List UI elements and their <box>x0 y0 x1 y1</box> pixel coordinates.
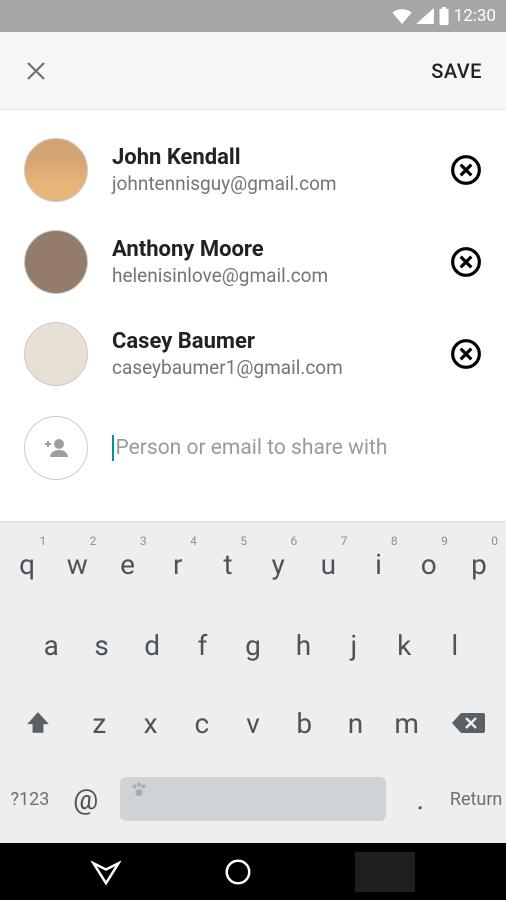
symbols-key[interactable]: ?123 <box>2 789 58 810</box>
dot-key[interactable]: . <box>392 783 448 816</box>
key-a[interactable]: a <box>26 629 76 662</box>
key-k[interactable]: k <box>379 629 429 662</box>
share-list: John Kendall johntennisguy@gmail.com Ant… <box>0 110 506 490</box>
key-y[interactable]: y6 <box>253 548 303 581</box>
key-v[interactable]: v <box>227 707 278 740</box>
close-icon[interactable] <box>24 59 48 83</box>
recents-icon[interactable] <box>355 852 415 892</box>
key-i[interactable]: i8 <box>353 548 403 581</box>
contact-info: Anthony Moore helenisinlove@gmail.com <box>112 237 426 287</box>
key-j[interactable]: j <box>329 629 379 662</box>
return-key[interactable]: Return <box>448 789 504 810</box>
nav-bar <box>0 843 506 900</box>
key-x[interactable]: x <box>125 707 176 740</box>
share-input[interactable]: Person or email to share with <box>112 435 482 461</box>
signal-icon <box>416 8 434 24</box>
key-u[interactable]: u7 <box>303 548 353 581</box>
key-e[interactable]: e3 <box>102 548 152 581</box>
key-w[interactable]: w2 <box>52 548 102 581</box>
contact-name: Casey Baumer <box>112 329 426 354</box>
contact-info: Casey Baumer caseybaumer1@gmail.com <box>112 329 426 379</box>
share-input-placeholder: Person or email to share with <box>116 436 388 460</box>
contact-name: Anthony Moore <box>112 237 426 262</box>
remove-contact-button[interactable] <box>450 154 482 186</box>
paw-icon <box>130 781 148 799</box>
back-icon[interactable] <box>91 857 121 887</box>
wifi-icon <box>392 8 412 24</box>
key-n[interactable]: n <box>330 707 381 740</box>
add-person-row: Person or email to share with <box>0 406 506 490</box>
remove-contact-button[interactable] <box>450 338 482 370</box>
contact-email: helenisinlove@gmail.com <box>112 264 426 287</box>
add-person-icon[interactable] <box>24 416 88 480</box>
avatar <box>24 322 88 386</box>
contact-info: John Kendall johntennisguy@gmail.com <box>112 145 426 195</box>
avatar <box>24 138 88 202</box>
key-h[interactable]: h <box>278 629 328 662</box>
contact-name: John Kendall <box>112 145 426 170</box>
key-d[interactable]: d <box>127 629 177 662</box>
contact-row: Casey Baumer caseybaumer1@gmail.com <box>0 314 506 406</box>
contact-row: Anthony Moore helenisinlove@gmail.com <box>0 222 506 314</box>
status-time: 12:30 <box>454 6 496 26</box>
keyboard: q1w2e3r4t5y6u7i8o9p0 asdfghjkl zxcvbnm ?… <box>0 521 506 843</box>
key-r[interactable]: r4 <box>153 548 203 581</box>
shift-key[interactable] <box>2 710 74 736</box>
at-key[interactable]: @ <box>58 783 114 816</box>
contact-email: johntennisguy@gmail.com <box>112 172 426 195</box>
contact-row: John Kendall johntennisguy@gmail.com <box>0 130 506 222</box>
key-q[interactable]: q1 <box>2 548 52 581</box>
key-o[interactable]: o9 <box>404 548 454 581</box>
status-bar: 12:30 <box>0 0 506 32</box>
header: SAVE <box>0 32 506 110</box>
home-icon[interactable] <box>223 857 253 887</box>
key-z[interactable]: z <box>74 707 125 740</box>
key-m[interactable]: m <box>381 707 432 740</box>
key-p[interactable]: p0 <box>454 548 504 581</box>
remove-contact-button[interactable] <box>450 246 482 278</box>
key-f[interactable]: f <box>177 629 227 662</box>
key-l[interactable]: l <box>430 629 480 662</box>
caret-icon <box>112 435 114 461</box>
contact-email: caseybaumer1@gmail.com <box>112 356 426 379</box>
space-key[interactable] <box>114 777 393 821</box>
key-c[interactable]: c <box>176 707 227 740</box>
save-button[interactable]: SAVE <box>431 59 482 83</box>
key-s[interactable]: s <box>76 629 126 662</box>
battery-icon <box>438 7 450 25</box>
key-b[interactable]: b <box>279 707 330 740</box>
avatar <box>24 230 88 294</box>
backspace-key[interactable] <box>432 711 504 735</box>
key-t[interactable]: t5 <box>203 548 253 581</box>
key-g[interactable]: g <box>228 629 278 662</box>
